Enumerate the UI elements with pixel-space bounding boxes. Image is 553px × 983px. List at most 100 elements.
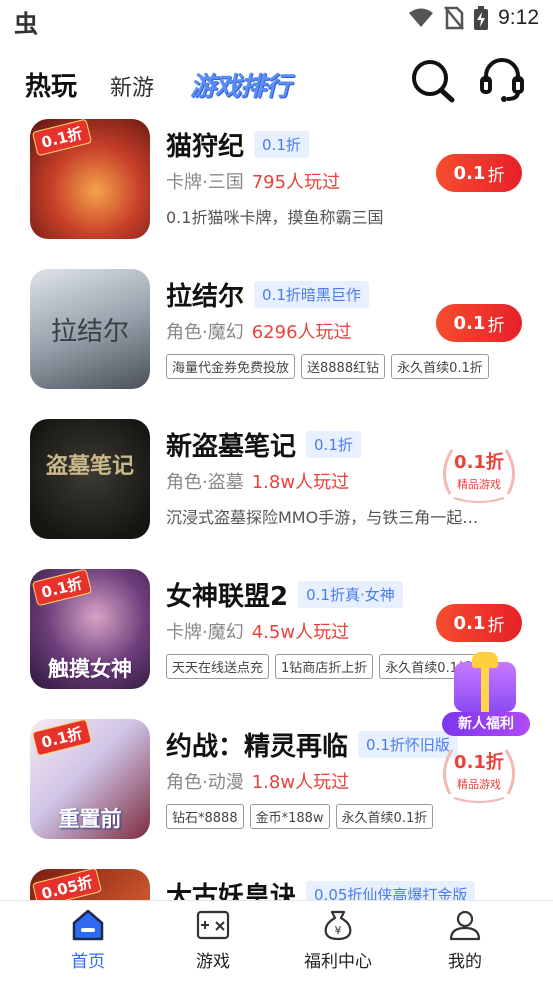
game-description: 沉浸式盗墓探险MMO手游，与铁三角一起… — [166, 508, 479, 527]
discount-tag: 0.1折 — [306, 431, 361, 458]
feature-tag: 海量代金券免费投放 — [166, 354, 296, 379]
title-line: 约战：精灵再临 0.1折怀旧版 — [166, 726, 458, 763]
game-cover[interactable]: 0.1折 — [30, 119, 150, 239]
cover-discount-badge: 0.1折 — [31, 719, 92, 757]
discount-tag: 0.1折 — [254, 131, 309, 158]
app-notification-icon: 虫 — [14, 10, 38, 38]
feature-tags: 海量代金券免费投放 送8888红钻 永久首续0.1折 — [166, 354, 489, 379]
discount-play-button[interactable]: 0.1 折 — [436, 304, 522, 342]
title-line: 新盗墓笔记 0.1折 — [166, 426, 361, 463]
button-unit: 折 — [487, 315, 505, 336]
status-bar: 虫 9:12 — [0, 0, 553, 38]
game-name: 约战：精灵再临 — [166, 732, 349, 762]
game-genre: 角色·魔幻 — [166, 322, 244, 343]
game-genre: 角色·动漫 — [166, 772, 244, 793]
meta-line: 卡牌·魔幻 4.5w人玩过 — [166, 618, 349, 644]
bottom-nav: 首页 游戏 ¥ 福利中心 我的 — [0, 900, 553, 983]
tab-hot-games[interactable]: 热玩 — [25, 66, 77, 103]
title-line: 女神联盟2 0.1折真·女神 — [166, 576, 403, 613]
cover-discount-badge: 0.05折 — [31, 869, 103, 900]
button-price: 0.1 — [453, 312, 486, 334]
laurel-icon — [443, 449, 515, 503]
cover-title: 重置前 — [58, 807, 122, 831]
nav-item-profile[interactable]: 我的 — [415, 909, 515, 972]
cover-title: 触摸女神 — [48, 657, 132, 681]
player-count: 6296人玩过 — [251, 322, 352, 343]
game-name: 拉结尔 — [166, 282, 245, 312]
cover-discount-badge: 0.1折 — [31, 569, 92, 607]
cover-title: 盗墓笔记 — [45, 454, 134, 479]
feature-tag: 送8888红钻 — [301, 354, 386, 379]
quality-game-stamp: 0.1折 精品游戏 — [436, 442, 522, 504]
game-cover[interactable]: 0.1折 重置前 — [30, 719, 150, 839]
customer-service-icon — [480, 58, 524, 102]
tab-game-ranking[interactable]: 游戏排行 — [190, 66, 291, 103]
feature-tag: 天天在线送点充 — [166, 654, 270, 679]
game-description: 0.1折猫咪卡牌，摸鱼称霸三国 — [166, 208, 384, 227]
gamepad-icon — [196, 910, 230, 940]
no-sim-icon — [444, 6, 465, 30]
discount-play-button[interactable]: 0.1 折 — [436, 154, 522, 192]
title-line: 猫狩纪 0.1折 — [166, 126, 309, 163]
feature-tag: 钻石*8888 — [166, 804, 244, 829]
meta-line: 角色·盗墓 1.8w人玩过 — [166, 468, 349, 494]
meta-line: 角色·魔幻 6296人玩过 — [166, 318, 352, 344]
discount-tag: 0.1折暗黑巨作 — [254, 281, 369, 308]
wifi-icon — [409, 8, 434, 27]
game-name: 新盗墓笔记 — [166, 432, 297, 462]
game-genre: 角色·盗墓 — [166, 472, 244, 493]
nav-item-games[interactable]: 游戏 — [163, 909, 263, 972]
svg-text:¥: ¥ — [335, 924, 342, 937]
game-cover[interactable]: 拉结尔 — [30, 269, 150, 389]
game-cover[interactable]: 盗墓笔记 — [30, 419, 150, 539]
nav-label: 我的 — [448, 952, 482, 972]
gift-bow — [472, 652, 498, 668]
game-row[interactable]: 0.1折 猫狩纪 0.1折 卡牌·三国 795人玩过 0.1折猫咪卡牌，摸鱼称霸三… — [0, 114, 553, 264]
button-price: 0.1 — [453, 162, 486, 184]
meta-line: 角色·动漫 1.8w人玩过 — [166, 768, 349, 794]
quality-game-stamp: 0.1折 精品游戏 — [436, 742, 522, 804]
game-row[interactable]: 0.05折 大古妖皇诀 0.05折仙侠高爆打金版 — [0, 864, 553, 900]
clock: 9:12 — [498, 6, 539, 29]
status-icons: 9:12 — [408, 6, 539, 30]
search-icon — [412, 60, 455, 103]
title-line: 大古妖皇诀 0.05折仙侠高爆打金版 — [166, 876, 476, 900]
player-count: 795人玩过 — [251, 172, 341, 193]
player-count: 1.8w人玩过 — [251, 472, 350, 493]
user-icon — [449, 910, 481, 941]
nav-item-home[interactable]: 首页 — [38, 909, 138, 972]
player-count: 4.5w人玩过 — [251, 622, 350, 643]
top-header: 热玩 新游 游戏排行 — [0, 50, 553, 114]
customer-service-button[interactable] — [476, 54, 528, 106]
promo-label: 新人福利 — [442, 712, 530, 736]
battery-charging-icon — [474, 6, 489, 30]
game-cover[interactable]: 0.05折 — [30, 869, 150, 900]
game-list[interactable]: 0.1折 猫狩纪 0.1折 卡牌·三国 795人玩过 0.1折猫咪卡牌，摸鱼称霸三… — [0, 114, 553, 900]
home-icon — [72, 909, 104, 941]
meta-line: 卡牌·三国 795人玩过 — [166, 168, 340, 194]
game-name: 大古妖皇诀 — [166, 882, 297, 900]
nav-label: 游戏 — [196, 952, 230, 972]
button-price: 0.1 — [453, 612, 486, 634]
search-button[interactable] — [406, 54, 458, 106]
nav-label: 首页 — [71, 952, 105, 972]
game-name: 猫狩纪 — [166, 132, 245, 162]
tab-new-games[interactable]: 新游 — [110, 70, 154, 102]
nav-item-welfare-center[interactable]: ¥ 福利中心 — [288, 909, 388, 972]
laurel-icon — [443, 749, 515, 803]
game-name: 女神联盟2 — [166, 582, 289, 612]
cover-title: 拉结尔 — [50, 317, 129, 347]
button-unit: 折 — [487, 165, 505, 186]
discount-tag: 0.05折仙侠高爆打金版 — [306, 881, 476, 900]
money-bag-icon: ¥ — [324, 910, 352, 941]
button-unit: 折 — [487, 615, 505, 636]
game-row[interactable]: 盗墓笔记 新盗墓笔记 0.1折 角色·盗墓 1.8w人玩过 沉浸式盗墓探险MMO手… — [0, 414, 553, 564]
new-user-gift-promo[interactable]: 新人福利 — [440, 652, 530, 740]
discount-play-button[interactable]: 0.1 折 — [436, 604, 522, 642]
game-row[interactable]: 拉结尔 拉结尔 0.1折暗黑巨作 角色·魔幻 6296人玩过 海量代金券免费投放 … — [0, 264, 553, 414]
discount-tag: 0.1折真·女神 — [298, 581, 403, 608]
gift-ribbon — [481, 662, 489, 712]
nav-label: 福利中心 — [304, 952, 372, 972]
game-cover[interactable]: 0.1折 触摸女神 — [30, 569, 150, 689]
feature-tag: 永久首续0.1折 — [391, 354, 489, 379]
